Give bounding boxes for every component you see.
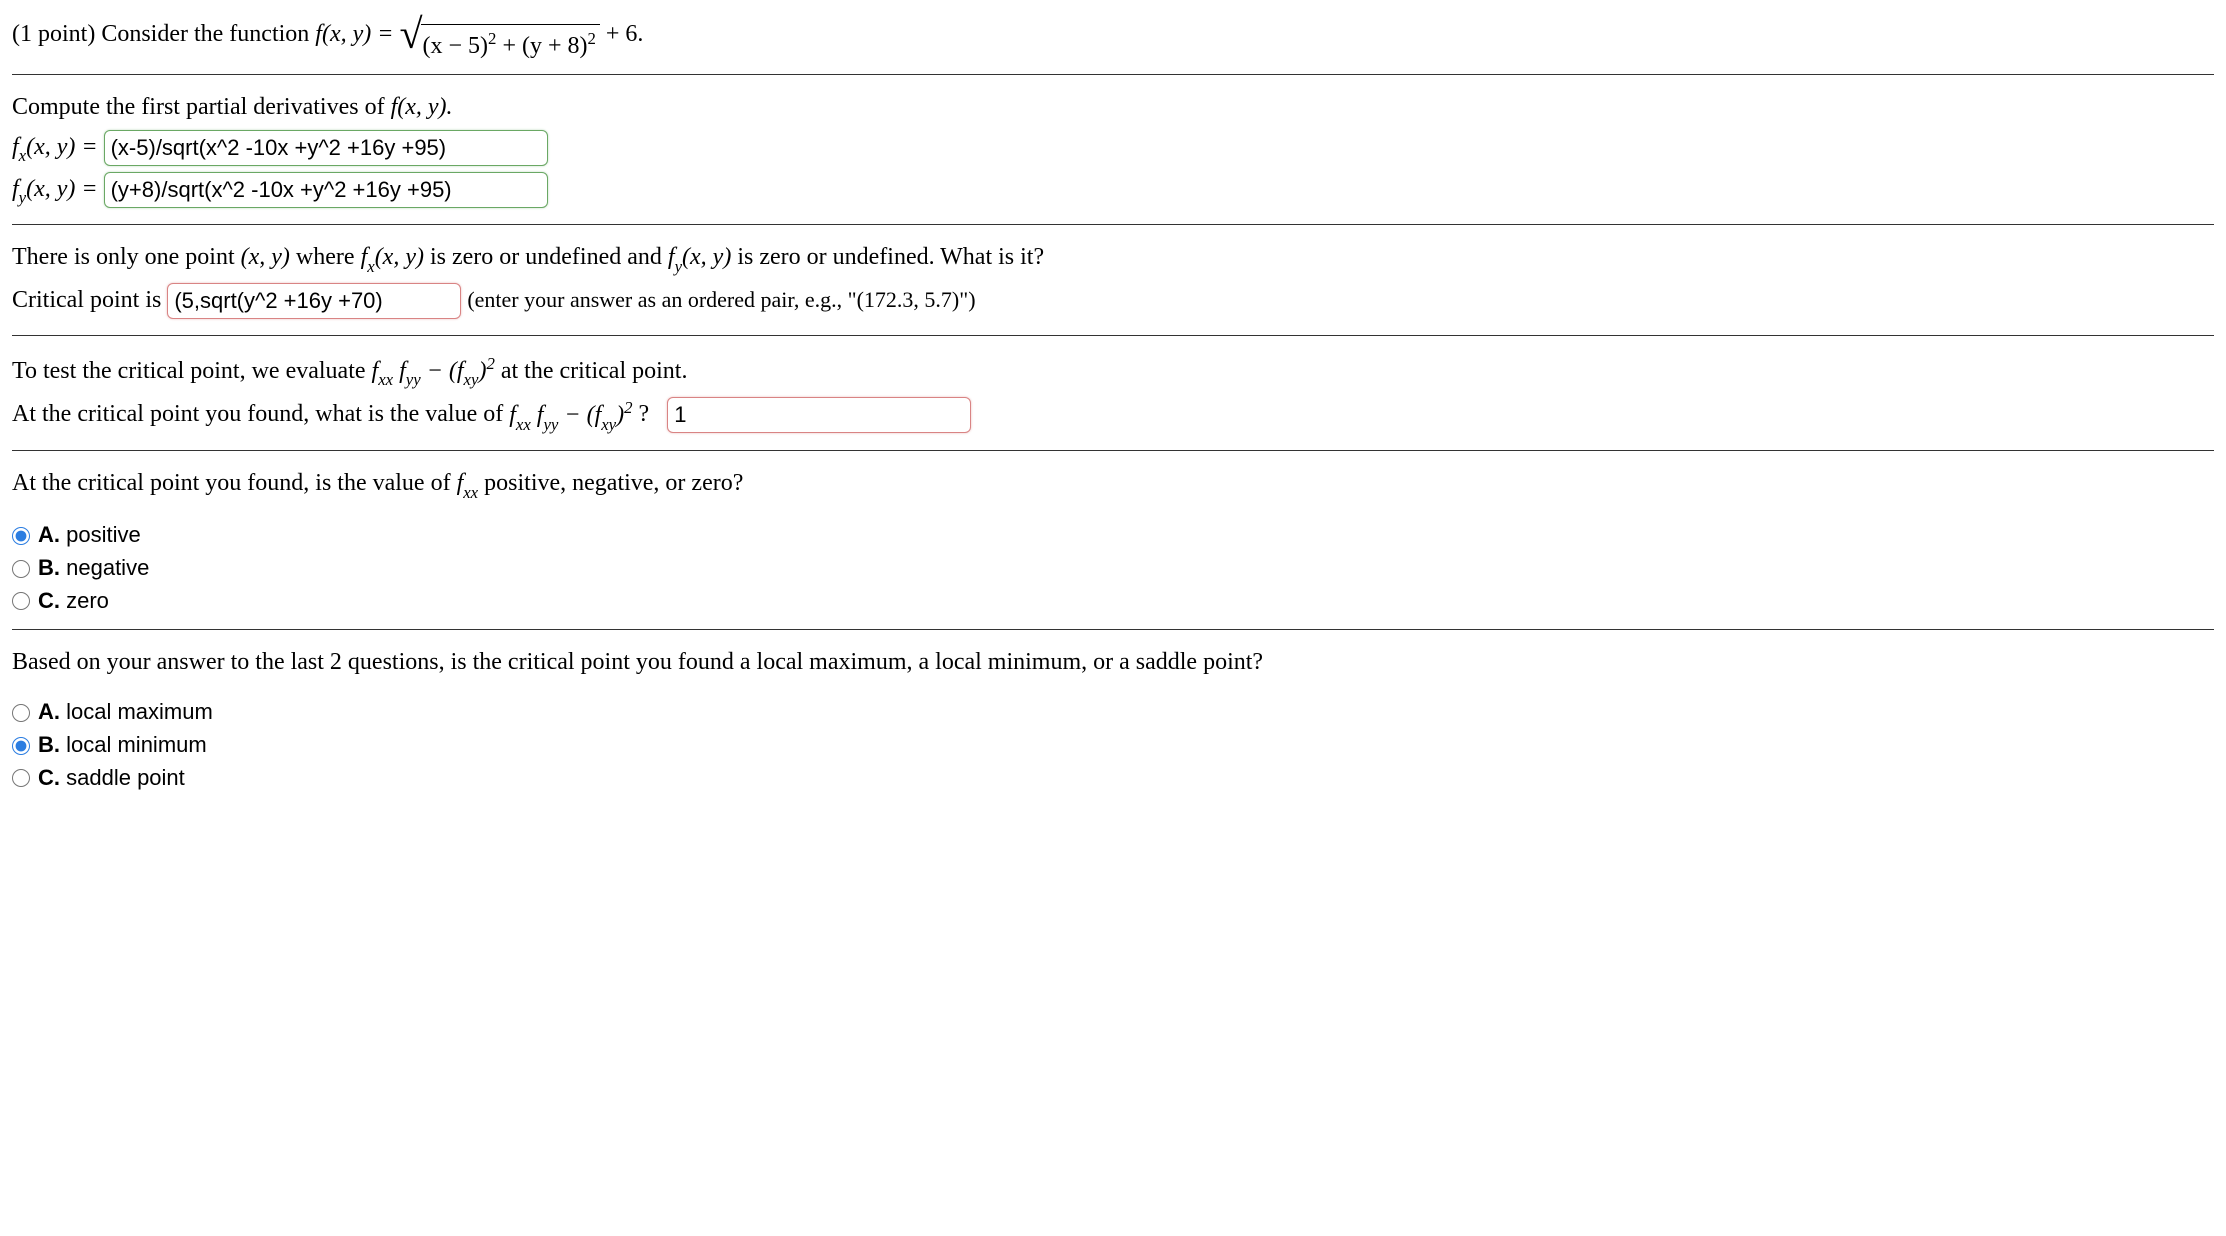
fxx-option-b[interactable]: B. negative — [12, 553, 2214, 584]
question-header: (1 point) Consider the function f(x, y) … — [12, 8, 2214, 75]
class-option-b[interactable]: B. local minimum — [12, 730, 2214, 761]
function-lhs: f(x, y) = — [315, 21, 399, 47]
prompt-text: Consider the function — [101, 21, 309, 47]
fxx-option-c[interactable]: C. zero — [12, 586, 2214, 617]
critical-point-input[interactable] — [167, 283, 461, 319]
fxx-radio-a[interactable] — [12, 527, 30, 545]
discriminant-input[interactable] — [667, 397, 971, 433]
fy-input[interactable] — [104, 172, 548, 208]
sqrt-expression: √ (x − 5)2 + (y + 8)2 — [399, 24, 599, 64]
points-label: (1 point) — [12, 21, 95, 47]
fxx-radio-c[interactable] — [12, 592, 30, 610]
critical-point-section: There is only one point (x, y) where fx(… — [12, 225, 2214, 335]
discriminant-section: To test the critical point, we evaluate … — [12, 336, 2214, 452]
critical-label: Critical point is — [12, 284, 161, 318]
classification-prompt: Based on your answer to the last 2 quest… — [12, 649, 1263, 675]
tail-text: + 6. — [600, 21, 644, 47]
classification-options: A. local maximum B. local minimum C. sad… — [12, 697, 2214, 793]
partial-derivatives-section: Compute the first partial derivatives of… — [12, 75, 2214, 226]
class-option-c[interactable]: C. saddle point — [12, 763, 2214, 794]
fx-input[interactable] — [104, 130, 548, 166]
radical-symbol: √ — [399, 21, 422, 50]
class-radio-a[interactable] — [12, 704, 30, 722]
fxx-sign-section: At the critical point you found, is the … — [12, 451, 2214, 630]
fxx-radio-b[interactable] — [12, 560, 30, 578]
class-option-a[interactable]: A. local maximum — [12, 697, 2214, 728]
fxx-sign-options: A. positive B. negative C. zero — [12, 520, 2214, 616]
fxx-option-a[interactable]: A. positive — [12, 520, 2214, 551]
radicand: (x − 5)2 + (y + 8)2 — [421, 24, 600, 64]
classification-section: Based on your answer to the last 2 quest… — [12, 630, 2214, 794]
fxy-label: f(x, y). — [391, 91, 453, 125]
class-radio-c[interactable] — [12, 769, 30, 787]
fx-label: fx(x, y) = — [12, 131, 98, 166]
critical-hint: (enter your answer as an ordered pair, e… — [467, 285, 975, 316]
class-radio-b[interactable] — [12, 737, 30, 755]
fy-label: fy(x, y) = — [12, 173, 98, 208]
partials-prompt: Compute the first partial derivatives of — [12, 91, 385, 125]
